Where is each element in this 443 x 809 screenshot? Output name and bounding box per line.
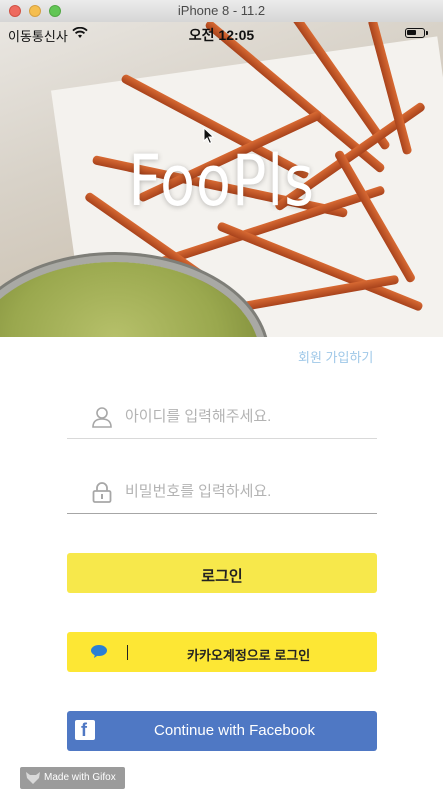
signup-link[interactable]: 회원 가입하기: [298, 347, 373, 366]
password-field: [67, 473, 377, 514]
kakao-separator: [127, 645, 128, 660]
login-button[interactable]: 로그인: [67, 553, 377, 593]
mouse-pointer-icon: [203, 127, 215, 145]
lock-icon: [92, 482, 112, 503]
facebook-login-button[interactable]: f Continue with Facebook: [67, 711, 377, 751]
status-bar: 이동통신사 오전 12:05: [0, 22, 443, 46]
password-input[interactable]: [125, 479, 365, 503]
app-logo-title: FooPls: [128, 140, 315, 222]
id-field: [67, 398, 377, 439]
login-button-label: 로그인: [201, 568, 243, 585]
status-time: 오전 12:05: [188, 27, 255, 43]
gifox-watermark: Made with Gifox: [20, 767, 125, 789]
battery-icon: [405, 28, 428, 38]
kakao-login-label: 카카오계정으로 로그인: [187, 648, 311, 663]
window-titlebar: iPhone 8 - 11.2: [0, 0, 443, 23]
user-icon: [92, 407, 112, 428]
facebook-login-label: Continue with Facebook: [154, 722, 315, 739]
watermark-label: Made with Gifox: [44, 772, 116, 783]
id-input[interactable]: [125, 404, 365, 428]
hero-image: FooPls: [0, 22, 443, 337]
kakao-login-button[interactable]: 카카오계정으로 로그인: [67, 632, 377, 672]
speech-bubble-icon: [91, 645, 107, 658]
window-title: iPhone 8 - 11.2: [177, 3, 266, 18]
fox-icon: [26, 772, 40, 784]
